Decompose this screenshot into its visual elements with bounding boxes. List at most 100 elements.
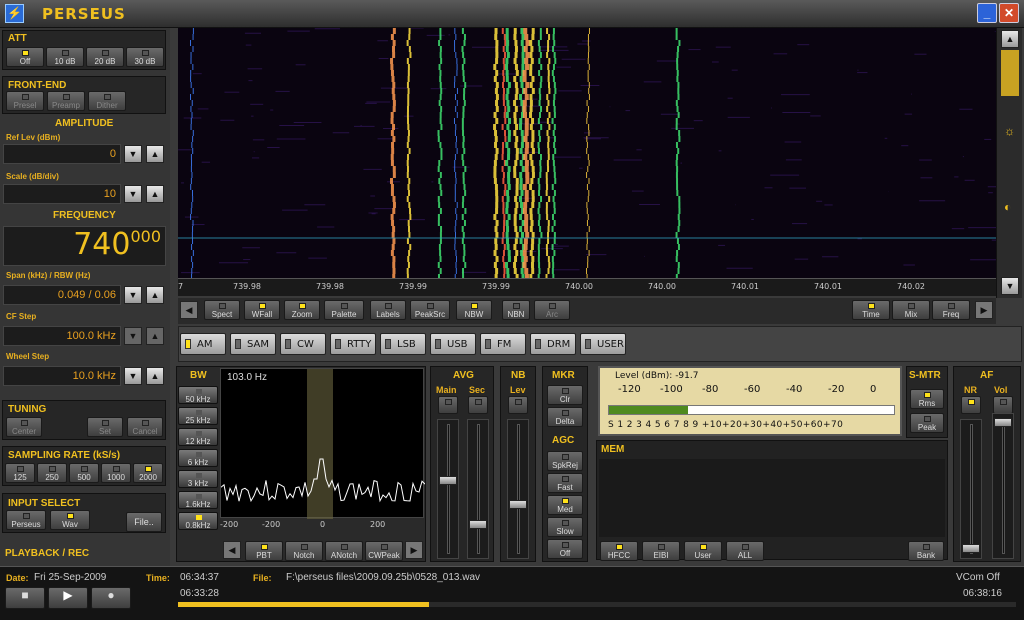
nr-toggle[interactable] <box>961 396 981 414</box>
toolbar-nbn-button[interactable]: NBN <box>502 300 530 320</box>
toolbar-spect-button[interactable]: Spect <box>204 300 240 320</box>
sampling-2000-button[interactable]: 2000 <box>133 463 163 483</box>
toolbar-mix-button[interactable]: Mix <box>892 300 930 320</box>
input-perseus-button[interactable]: Perseus <box>6 510 46 530</box>
scale-up-button[interactable]: ▲ <box>146 185 164 203</box>
sampling-1000-button[interactable]: 1000 <box>101 463 131 483</box>
mem-hfcc-button[interactable]: HFCC <box>600 541 638 561</box>
bw-50-khz-button[interactable]: 50 kHz <box>178 386 218 404</box>
toolbar-time-button[interactable]: Time <box>852 300 890 320</box>
span-field[interactable]: 0.049 / 0.06 <box>3 285 121 305</box>
frontend-presel-button[interactable]: Presel <box>6 91 44 111</box>
avg-sec-slider[interactable] <box>467 419 489 559</box>
wf-contrast-slider[interactable] <box>1001 50 1019 96</box>
avg-main-toggle[interactable] <box>438 396 458 414</box>
file-button[interactable]: File.. <box>126 512 162 532</box>
bw-25-khz-button[interactable]: 25 kHz <box>178 407 218 425</box>
agc-spkrej-button[interactable]: SpkRej <box>547 451 583 471</box>
avg-sec-toggle[interactable] <box>468 396 488 414</box>
nr-slider[interactable] <box>960 419 982 559</box>
toolbar-nbw-button[interactable]: NBW <box>456 300 492 320</box>
wf-scroll-up-button[interactable]: ▲ <box>1001 30 1019 48</box>
stop-button[interactable]: ■ <box>5 587 45 609</box>
toolbar-arc-button[interactable]: Arc <box>534 300 570 320</box>
bw-anotch-button[interactable]: ANotch <box>325 541 363 561</box>
span-down-button[interactable]: ▼ <box>124 286 142 304</box>
wheel-step-up-button[interactable]: ▲ <box>146 367 164 385</box>
toolbar-palette-button[interactable]: Palette <box>324 300 364 320</box>
wheel-step-down-button[interactable]: ▼ <box>124 367 142 385</box>
tuning-cancel-button[interactable]: Cancel <box>127 417 163 437</box>
att-20-db-button[interactable]: 20 dB <box>86 47 124 67</box>
bw-left-arrow[interactable]: ◀ <box>223 541 241 559</box>
scale-down-button[interactable]: ▼ <box>124 185 142 203</box>
agc-med-button[interactable]: Med <box>547 495 583 515</box>
frontend-dither-button[interactable]: Dither <box>88 91 126 111</box>
input-wav-button[interactable]: Wav <box>50 510 90 530</box>
ref-level-up-button[interactable]: ▲ <box>146 145 164 163</box>
sampling-500-button[interactable]: 500 <box>69 463 99 483</box>
mode-user-button[interactable]: USER <box>580 333 626 355</box>
bw-0-8khz-button[interactable]: 0.8kHz <box>178 512 218 530</box>
smtr-peak-button[interactable]: Peak <box>910 413 944 433</box>
mode-am-button[interactable]: AM <box>180 333 226 355</box>
agc-slow-button[interactable]: Slow <box>547 517 583 537</box>
cf-step-down-button[interactable]: ▼ <box>124 327 142 345</box>
mode-drm-button[interactable]: DRM <box>530 333 576 355</box>
bw-cwpeak-button[interactable]: CWPeak <box>365 541 403 561</box>
mode-fm-button[interactable]: FM <box>480 333 526 355</box>
mode-rtty-button[interactable]: RTTY <box>330 333 376 355</box>
record-button[interactable]: ● <box>91 587 131 609</box>
toolbar-freq-button[interactable]: Freq <box>932 300 970 320</box>
ref-level-down-button[interactable]: ▼ <box>124 145 142 163</box>
toolbar-labels-button[interactable]: Labels <box>370 300 406 320</box>
toolbar-left-arrow[interactable]: ◀ <box>180 301 198 319</box>
bw-notch-button[interactable]: Notch <box>285 541 323 561</box>
toolbar-zoom-button[interactable]: Zoom <box>284 300 320 320</box>
att-off-button[interactable]: Off <box>6 47 44 67</box>
bank-button[interactable]: Bank <box>908 541 944 561</box>
frequency-display[interactable]: 740000 <box>3 226 166 266</box>
playback-progress[interactable] <box>178 602 1016 607</box>
audio-spectrum[interactable]: 103.0 Hz <box>220 368 426 519</box>
agc-off-button[interactable]: Off <box>547 539 583 559</box>
wheel-step-field[interactable]: 10.0 kHz <box>3 366 121 386</box>
mkr-delta-button[interactable]: Delta <box>547 407 583 427</box>
mem-user-button[interactable]: User <box>684 541 722 561</box>
bw-3-khz-button[interactable]: 3 kHz <box>178 470 218 488</box>
mode-usb-button[interactable]: USB <box>430 333 476 355</box>
bw-12-khz-button[interactable]: 12 kHz <box>178 428 218 446</box>
toolbar-right-arrow[interactable]: ▶ <box>975 301 993 319</box>
mem-list[interactable] <box>599 459 945 537</box>
span-up-button[interactable]: ▲ <box>146 286 164 304</box>
toolbar-peaksrc-button[interactable]: PeakSrc <box>410 300 450 320</box>
close-button[interactable]: ✕ <box>999 3 1019 23</box>
wf-scroll-down-button[interactable]: ▼ <box>1001 277 1019 295</box>
mode-lsb-button[interactable]: LSB <box>380 333 426 355</box>
bw-6-khz-button[interactable]: 6 kHz <box>178 449 218 467</box>
avg-main-slider[interactable] <box>437 419 459 559</box>
mkr-clr-button[interactable]: Clr <box>547 385 583 405</box>
agc-fast-button[interactable]: Fast <box>547 473 583 493</box>
bw-1-6khz-button[interactable]: 1.6kHz <box>178 491 218 509</box>
minimize-button[interactable]: _ <box>977 3 997 23</box>
smtr-rms-button[interactable]: Rms <box>910 389 944 409</box>
app-logo-icon[interactable]: ⚡ <box>5 4 24 23</box>
vol-toggle[interactable] <box>993 396 1013 414</box>
mode-sam-button[interactable]: SAM <box>230 333 276 355</box>
cf-step-up-button[interactable]: ▲ <box>146 327 164 345</box>
bw-pbt-button[interactable]: PBT <box>245 541 283 561</box>
play-button[interactable]: ▶ <box>48 587 88 609</box>
att-10-db-button[interactable]: 10 dB <box>46 47 84 67</box>
scale-field[interactable]: 10 <box>3 184 121 204</box>
nb-level-slider[interactable] <box>507 419 529 559</box>
frontend-preamp-button[interactable]: Preamp <box>47 91 85 111</box>
mem-all-button[interactable]: ALL <box>726 541 764 561</box>
sampling-250-button[interactable]: 250 <box>37 463 67 483</box>
cf-step-field[interactable]: 100.0 kHz <box>3 326 121 346</box>
toolbar-wfall-button[interactable]: WFall <box>244 300 280 320</box>
att-30-db-button[interactable]: 30 dB <box>126 47 164 67</box>
sampling-125-button[interactable]: 125 <box>5 463 35 483</box>
mode-cw-button[interactable]: CW <box>280 333 326 355</box>
bw-right-arrow[interactable]: ▶ <box>405 541 423 559</box>
